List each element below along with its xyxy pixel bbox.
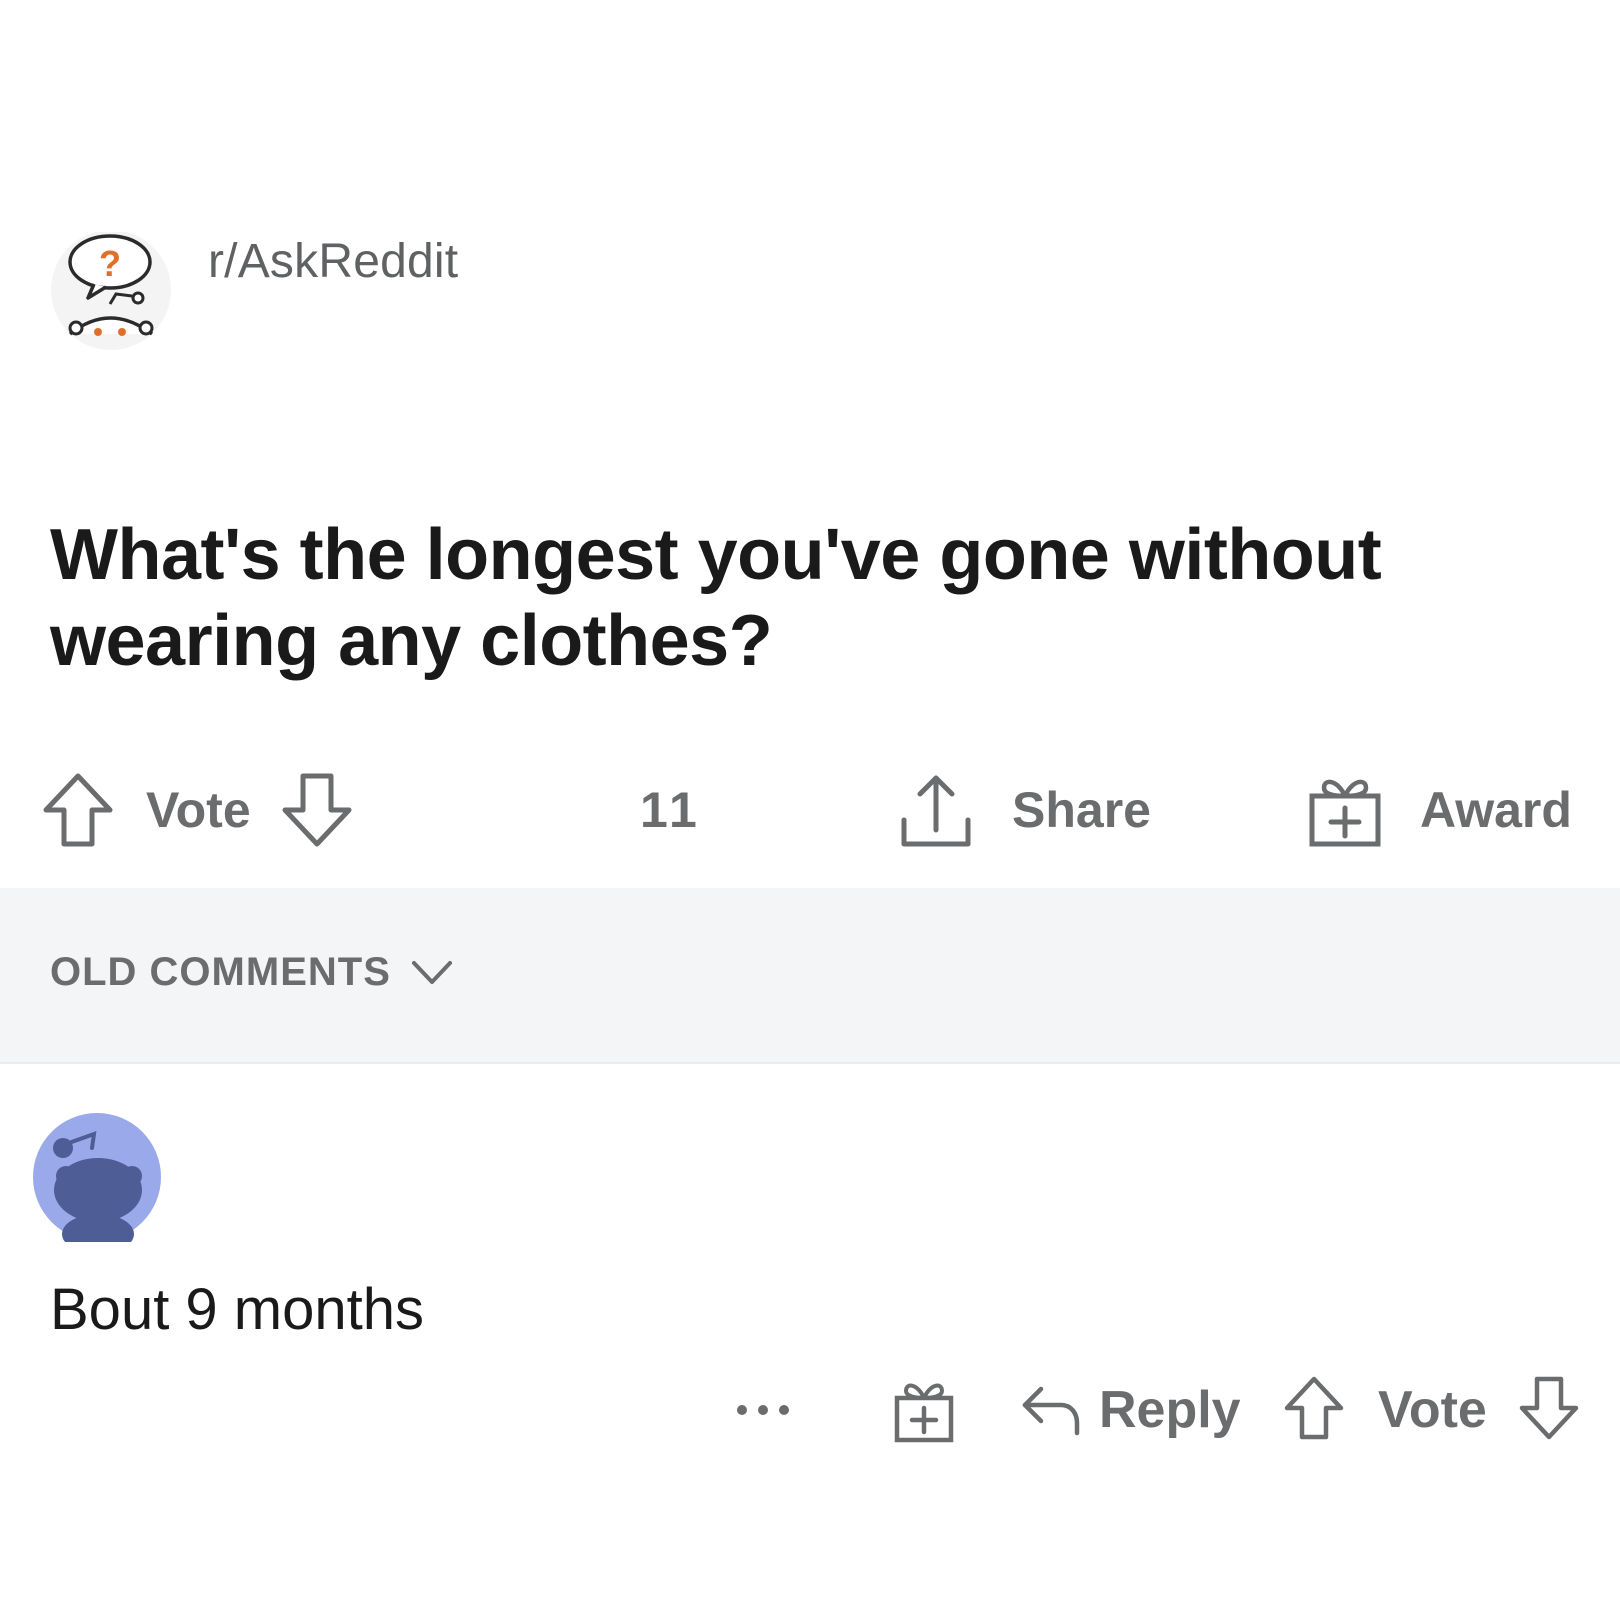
award-gift-icon (894, 1383, 954, 1443)
svg-text:?: ? (99, 243, 121, 284)
comment-reply-button[interactable]: Reply (1021, 1360, 1241, 1460)
comment-action-bar: Reply Vote (0, 1360, 1620, 1460)
comment-sort-label: OLD COMMENTS (50, 950, 391, 994)
post-award-button[interactable]: Award (1308, 760, 1572, 860)
more-dots-icon (737, 1405, 789, 1415)
comment-body: Bout 9 months (50, 1277, 424, 1342)
post-comment-count: 11 (640, 782, 701, 838)
reply-arrow-icon (1022, 1386, 1080, 1436)
post-comments-button[interactable]: 11 (488, 760, 701, 860)
downvote-arrow-icon (1519, 1376, 1579, 1439)
post-share-label: Share (1012, 782, 1151, 838)
comment-award-button[interactable] (893, 1360, 955, 1460)
downvote-arrow-icon (282, 773, 352, 847)
upvote-button[interactable] (40, 770, 116, 850)
comment-vote-label: Vote (1378, 1381, 1487, 1439)
comment-sort-dropdown[interactable]: OLD COMMENTS (50, 950, 453, 995)
comment-more-button[interactable] (736, 1360, 790, 1460)
comment-author-avatar[interactable] (32, 1112, 162, 1254)
upvote-arrow-icon (43, 773, 113, 847)
comment-bubble-icon (488, 769, 568, 851)
post-vote-label: Vote (146, 782, 251, 838)
comment-vote-group: Vote (1282, 1360, 1581, 1460)
snoo-avatar-icon (33, 1113, 161, 1254)
post-share-button[interactable]: Share (898, 760, 1151, 860)
comment-downvote-button[interactable] (1517, 1374, 1581, 1447)
chevron-down-icon (411, 960, 452, 984)
share-icon (901, 775, 971, 847)
subreddit-name[interactable]: r/AskReddit (208, 234, 458, 289)
askreddit-snoo-icon: ? (51, 230, 171, 350)
post-award-label: Award (1420, 782, 1572, 838)
award-gift-icon (1309, 779, 1381, 847)
post-action-bar: Vote 11 Share Award (0, 760, 1620, 860)
post-title: What's the longest you've gone without w… (50, 515, 1382, 681)
comment-sort-bar: OLD COMMENTS (0, 888, 1620, 1064)
upvote-arrow-icon (1284, 1376, 1344, 1439)
comment-upvote-button[interactable] (1282, 1374, 1346, 1447)
downvote-button[interactable] (279, 770, 355, 850)
post-vote-group: Vote (40, 760, 355, 860)
subreddit-avatar[interactable]: ? (48, 230, 178, 352)
comment-reply-label: Reply (1099, 1381, 1241, 1439)
